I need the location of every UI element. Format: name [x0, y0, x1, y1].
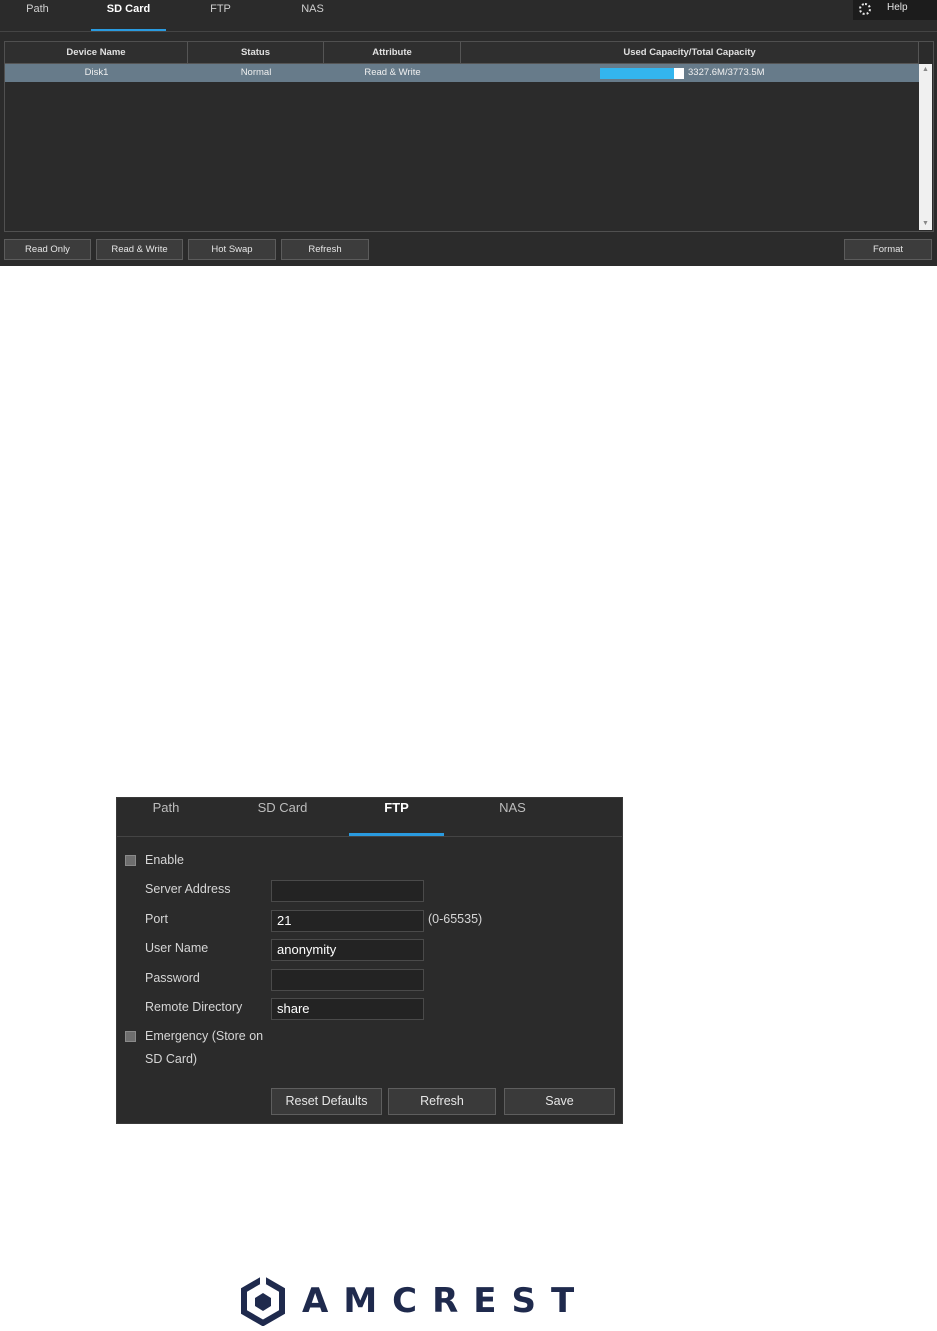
amcrest-wordmark: AMCREST: [302, 1281, 590, 1321]
sd-card-table: Device Name Status Attribute Used Capaci…: [4, 41, 934, 232]
tab-path[interactable]: Path: [117, 798, 215, 836]
tab-divider: [117, 836, 622, 837]
tab-path[interactable]: Path: [0, 0, 75, 31]
tab-nas[interactable]: NAS: [465, 798, 560, 836]
port-range-hint: (0-65535): [428, 912, 483, 926]
sd-card-panel: Path SD Card FTP NAS Help Device Name St…: [0, 0, 937, 266]
help-icon: [859, 3, 871, 15]
status-cell: Normal: [240, 67, 272, 78]
emergency-label-line2: SD Card): [145, 1052, 198, 1066]
server-address-label: Server Address: [145, 882, 231, 896]
column-attribute: Attribute: [324, 42, 461, 63]
emergency-checkbox[interactable]: [125, 1031, 136, 1042]
column-capacity: Used Capacity/Total Capacity: [461, 42, 919, 63]
password-input[interactable]: [271, 969, 424, 991]
reset-defaults-button[interactable]: Reset Defaults: [271, 1088, 382, 1115]
capacity-bar-fill: [600, 68, 675, 79]
refresh-button[interactable]: Refresh: [388, 1088, 496, 1115]
storage-tabs: Path SD Card FTP NAS: [0, 0, 937, 31]
port-input[interactable]: 21: [271, 910, 424, 932]
help-label: Help: [887, 2, 908, 13]
hot-swap-button[interactable]: Hot Swap: [188, 239, 276, 260]
read-only-button[interactable]: Read Only: [4, 239, 91, 260]
password-label: Password: [145, 971, 200, 985]
capacity-bar: [600, 68, 684, 79]
tab-nas[interactable]: NAS: [275, 0, 350, 31]
column-status: Status: [188, 42, 324, 63]
tab-sd-card[interactable]: SD Card: [235, 798, 330, 836]
attribute-cell: Read & Write: [364, 67, 421, 78]
table-header: Device Name Status Attribute Used Capaci…: [5, 42, 919, 64]
table-scrollbar[interactable]: ▲ ▼: [919, 64, 932, 230]
capacity-text: 3327.6M/3773.5M: [688, 67, 765, 78]
tab-divider: [0, 31, 937, 32]
column-device-name: Device Name: [5, 42, 188, 63]
amcrest-logo-icon: [241, 1275, 285, 1327]
save-button[interactable]: Save: [504, 1088, 615, 1115]
scroll-down-arrow-icon[interactable]: ▼: [919, 218, 932, 230]
port-label: Port: [145, 912, 168, 926]
tab-ftp[interactable]: FTP: [183, 0, 258, 31]
server-address-input[interactable]: [271, 880, 424, 902]
enable-label: Enable: [145, 853, 184, 867]
tab-sd-card[interactable]: SD Card: [91, 0, 166, 31]
user-name-label: User Name: [145, 941, 209, 955]
remote-directory-input[interactable]: share: [271, 998, 424, 1020]
scroll-up-arrow-icon[interactable]: ▲: [919, 64, 932, 76]
format-button[interactable]: Format: [844, 239, 932, 260]
tab-ftp[interactable]: FTP: [349, 798, 444, 836]
table-row[interactable]: Disk1 Normal Read & Write 3327.6M/3773.5…: [5, 64, 919, 82]
emergency-label: Emergency (Store on: [145, 1029, 264, 1043]
amcrest-logo: AMCREST: [240, 1275, 574, 1327]
enable-checkbox[interactable]: [125, 855, 136, 866]
device-name-cell: Disk1: [84, 67, 109, 78]
read-write-button[interactable]: Read & Write: [96, 239, 183, 260]
user-name-input[interactable]: anonymity: [271, 939, 424, 961]
refresh-button[interactable]: Refresh: [281, 239, 369, 260]
ftp-panel: Path SD Card FTP NAS Enable Server Addre…: [116, 797, 623, 1124]
remote-directory-label: Remote Directory: [145, 1000, 243, 1014]
help-button[interactable]: Help: [853, 0, 937, 20]
